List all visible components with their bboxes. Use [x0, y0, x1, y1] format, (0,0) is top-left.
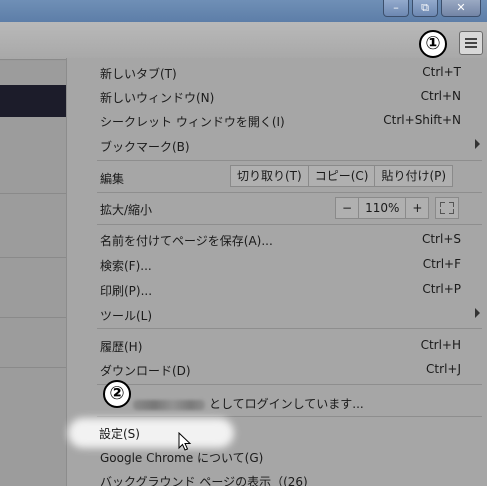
- annotation-marker-2: ②: [103, 380, 131, 408]
- menu-item-shortcut: Ctrl+N: [420, 89, 461, 103]
- chrome-menu-button[interactable]: [459, 31, 483, 55]
- zoom-level-value: 110%: [359, 198, 407, 218]
- menu-item-label: 新しいタブ(T): [100, 67, 177, 81]
- menu-item-find[interactable]: 検索(F)... Ctrl+F: [67, 253, 487, 275]
- annotation-marker-1: ①: [419, 30, 447, 58]
- menu-item-print[interactable]: 印刷(P)... Ctrl+P: [67, 278, 487, 300]
- signed-in-row: としてログインしています...: [133, 395, 364, 412]
- copy-button[interactable]: コピー(C): [309, 166, 376, 186]
- page-divider: [0, 317, 66, 318]
- menu-item-shortcut: Ctrl+S: [421, 232, 461, 246]
- menu-item-label: 履歴(H): [100, 340, 143, 354]
- menu-item-label: ツール(L): [100, 309, 153, 323]
- hamburger-icon-bar: [465, 46, 477, 48]
- menu-item-bookmarks[interactable]: ブックマーク(B): [67, 134, 487, 156]
- menu-item-label: 検索(F)...: [100, 259, 152, 273]
- menu-separator: [97, 224, 482, 225]
- submenu-arrow-icon: [475, 139, 480, 149]
- close-button[interactable]: ✕: [441, 0, 481, 17]
- menu-item-shortcut: Ctrl+J: [426, 362, 461, 376]
- minimize-button[interactable]: –: [383, 0, 409, 17]
- menu-item-history[interactable]: 履歴(H) Ctrl+H: [67, 334, 487, 356]
- menu-item-label: 編集: [100, 172, 125, 186]
- menu-item-label: ダウンロード(D): [100, 364, 191, 378]
- fullscreen-icon[interactable]: [435, 197, 459, 219]
- menu-separator: [97, 384, 482, 385]
- menu-item-label: 設定(S): [99, 427, 140, 441]
- menu-item-incognito[interactable]: シークレット ウィンドウを開く(I) Ctrl+Shift+N: [67, 109, 487, 131]
- menu-item-save-page[interactable]: 名前を付けてページを保存(A)... Ctrl+S: [67, 228, 487, 250]
- edit-button-group: 切り取り(T) コピー(C) 貼り付け(P): [230, 165, 454, 187]
- menu-item-shortcut: Ctrl+H: [420, 338, 461, 352]
- page-content-background: [0, 61, 66, 486]
- menu-item-label: としてログインしています...: [209, 397, 364, 411]
- zoom-in-button[interactable]: +: [406, 198, 428, 218]
- menu-item-background-pages[interactable]: バックグラウンド ページの表示（(26): [67, 469, 487, 486]
- browser-toolbar: [0, 22, 487, 60]
- menu-item-about[interactable]: Google Chrome について(G): [67, 445, 487, 467]
- menu-separator: [97, 192, 482, 193]
- menu-item-shortcut: Ctrl+P: [422, 282, 461, 296]
- hamburger-icon-bar: [465, 42, 477, 44]
- menu-item-new-window[interactable]: 新しいウィンドウ(N) Ctrl+N: [67, 85, 487, 107]
- paste-button[interactable]: 貼り付け(P): [375, 166, 452, 186]
- menu-item-downloads[interactable]: ダウンロード(D) Ctrl+J: [67, 358, 487, 380]
- window-titlebar: – ⧉ ✕: [0, 0, 487, 22]
- menu-item-settings[interactable]: 設定(S): [66, 421, 487, 443]
- menu-separator: [97, 160, 482, 161]
- menu-item-shortcut: Ctrl+T: [422, 65, 461, 79]
- zoom-out-button[interactable]: −: [336, 198, 360, 218]
- page-divider: [0, 367, 66, 368]
- menu-item-tools[interactable]: ツール(L): [67, 303, 487, 325]
- menu-item-label: 印刷(P)...: [100, 284, 153, 298]
- menu-item-label: シークレット ウィンドウを開く(I): [100, 115, 285, 129]
- menu-item-label: 新しいウィンドウ(N): [100, 91, 215, 105]
- menu-item-new-tab[interactable]: 新しいタブ(T) Ctrl+T: [67, 61, 487, 83]
- page-dark-band: [0, 85, 66, 117]
- menu-separator: [97, 416, 482, 417]
- menu-separator: [97, 328, 482, 329]
- restore-button[interactable]: ⧉: [412, 0, 438, 17]
- menu-item-label: 拡大/縮小: [100, 203, 153, 217]
- menu-item-label: バックグラウンド ページの表示（(26): [100, 475, 308, 486]
- window-controls: – ⧉ ✕: [383, 0, 481, 17]
- menu-item-label: ブックマーク(B): [100, 140, 190, 154]
- cut-button[interactable]: 切り取り(T): [231, 166, 309, 186]
- zoom-button-group: − 110% +: [335, 197, 430, 219]
- menu-item-shortcut: Ctrl+F: [422, 257, 461, 271]
- menu-item-label: 名前を付けてページを保存(A)...: [100, 234, 273, 248]
- mouse-cursor-icon: [178, 432, 192, 451]
- hamburger-icon-bar: [465, 38, 477, 40]
- page-divider: [0, 193, 66, 194]
- page-divider: [0, 257, 66, 258]
- menu-item-shortcut: Ctrl+Shift+N: [383, 113, 461, 127]
- submenu-arrow-icon: [475, 308, 480, 318]
- blurred-account-name: [133, 399, 205, 410]
